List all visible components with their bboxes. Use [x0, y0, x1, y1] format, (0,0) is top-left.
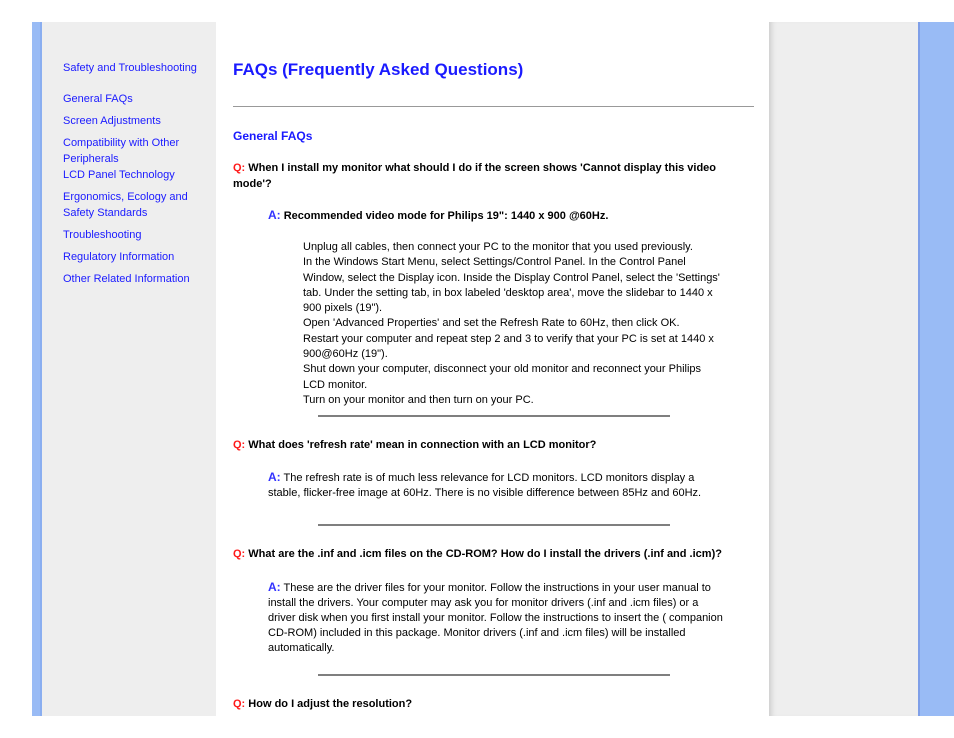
q-label: Q: — [233, 548, 246, 560]
faq-question-2: Q: What does 'refresh rate' mean in conn… — [233, 437, 753, 453]
sidebar: Safety and Troubleshooting General FAQs … — [42, 22, 216, 716]
left-accent-bar — [32, 22, 42, 716]
sidebar-item-other-related-information[interactable]: Other Related Information — [63, 271, 213, 287]
right-panel — [769, 22, 918, 716]
step-text: Unplug all cables, then connect your PC … — [303, 241, 693, 253]
sidebar-nav: Safety and Troubleshooting General FAQs … — [63, 60, 213, 287]
a-label: A: — [268, 208, 281, 222]
question-text: When I install my monitor what should I … — [233, 162, 717, 190]
faq-separator — [318, 415, 670, 417]
question-text: What are the .inf and .icm files on the … — [248, 548, 722, 560]
section-title: General FAQs — [233, 129, 313, 143]
sidebar-item-compatibility[interactable]: Compatibility with Other Peripherals — [63, 135, 213, 167]
faq-question-3: Q: What are the .inf and .icm files on t… — [233, 546, 753, 562]
sidebar-item-general-faqs[interactable]: General FAQs — [63, 91, 213, 107]
sidebar-item-troubleshooting[interactable]: Troubleshooting — [63, 227, 213, 243]
sidebar-item-screen-adjustments[interactable]: Screen Adjustments — [63, 113, 213, 129]
answer-steps: Unplug all cables, then connect your PC … — [303, 240, 723, 408]
right-accent-bar — [918, 22, 954, 716]
sidebar-item-lcd-panel-technology[interactable]: LCD Panel Technology — [63, 167, 213, 183]
a-label: A: — [268, 580, 281, 594]
answer-text: These are the driver files for your moni… — [268, 582, 723, 654]
q-label: Q: — [233, 439, 246, 451]
step-text: Shut down your computer, disconnect your… — [303, 363, 702, 391]
main-content: FAQs (Frequently Asked Questions) Genera… — [216, 22, 769, 716]
faq-separator — [318, 674, 670, 676]
page-title: FAQs (Frequently Asked Questions) — [233, 60, 524, 79]
answer-text: The refresh rate is of much less relevan… — [268, 472, 702, 499]
q-label: Q: — [233, 162, 246, 174]
title-divider — [233, 106, 754, 107]
step-text: In the Windows Start Menu, select Settin… — [303, 256, 720, 315]
faq-answer-1: A: Recommended video mode for Philips 19… — [268, 208, 728, 224]
step-text: Open 'Advanced Properties' and set the R… — [303, 317, 680, 330]
faq-question-1: Q: When I install my monitor what should… — [233, 160, 753, 192]
step-text: Turn on your monitor and then turn on yo… — [303, 393, 534, 406]
q-label: Q: — [233, 698, 246, 710]
sidebar-item-ergonomics[interactable]: Ergonomics, Ecology and Safety Standards — [63, 189, 213, 221]
faq-answer-2: A: The refresh rate is of much less rele… — [268, 470, 728, 501]
sidebar-item-safety-troubleshooting[interactable]: Safety and Troubleshooting — [63, 60, 213, 76]
faq-separator — [318, 524, 670, 526]
answer-text: Recommended video mode for Philips 19": … — [283, 210, 609, 222]
a-label: A: — [268, 470, 281, 484]
faq-answer-3: A: These are the driver files for your m… — [268, 580, 728, 656]
step-text: Restart your computer and repeat step 2 … — [303, 332, 714, 361]
faq-question-4: Q: How do I adjust the resolution? — [233, 696, 753, 712]
question-text: What does 'refresh rate' mean in connect… — [248, 439, 597, 451]
sidebar-item-regulatory-information[interactable]: Regulatory Information — [63, 249, 213, 265]
question-text: How do I adjust the resolution? — [248, 698, 413, 710]
